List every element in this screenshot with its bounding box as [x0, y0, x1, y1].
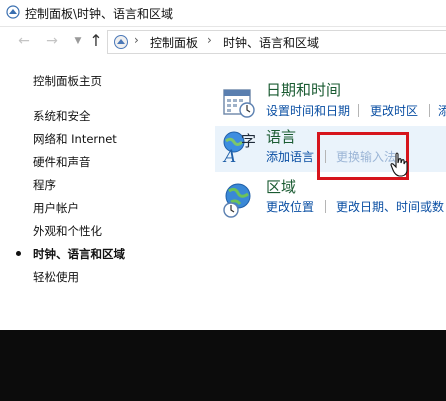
link-change-location[interactable]: 更改位置 — [266, 198, 314, 215]
calendar-clock-icon[interactable] — [221, 84, 257, 120]
category-title-date-time[interactable]: 日期和时间 — [266, 79, 341, 100]
sidebar-item-appearance[interactable]: 外观和个性化 — [33, 223, 102, 239]
link-change-timezone[interactable]: 更改时区 — [370, 102, 418, 119]
globe-clock-icon[interactable] — [221, 182, 257, 218]
arrow-up-icon[interactable]: ↑ — [86, 31, 106, 51]
window-title: 控制面板\时钟、语言和区域 — [25, 7, 174, 21]
language-icon[interactable]: 字 A — [221, 129, 257, 165]
navigation-bar: ← → ▼ ↑ › 控制面板 › 时钟、语言和区域 — [0, 27, 446, 57]
breadcrumb-separator-icon[interactable]: › — [207, 33, 212, 47]
sidebar-item-home[interactable]: 控制面板主页 — [33, 73, 102, 89]
link-separator — [325, 200, 326, 213]
category-date-time: 日期和时间 设置时间和日期 更改时区 添 — [215, 76, 446, 124]
active-bullet-icon — [16, 251, 21, 256]
arrow-left-icon[interactable]: ← — [14, 31, 34, 51]
chevron-down-icon[interactable]: ▼ — [68, 31, 88, 51]
sidebar-item-clock-language-region[interactable]: 时钟、语言和区域 — [33, 246, 125, 262]
sidebar-item-hardware-sound[interactable]: 硬件和声音 — [33, 154, 91, 170]
category-list: 日期和时间 设置时间和日期 更改时区 添 字 A 语言 添加语言 更换输入法 区… — [215, 70, 446, 330]
svg-text:A: A — [222, 147, 236, 165]
link-add-language[interactable]: 添加语言 — [266, 148, 314, 165]
breadcrumb-clock-language-region[interactable]: 时钟、语言和区域 — [223, 34, 319, 51]
link-set-time-date[interactable]: 设置时间和日期 — [266, 102, 350, 119]
sidebar-item-programs[interactable]: 程序 — [33, 177, 56, 193]
link-separator — [429, 104, 430, 117]
category-region: 区域 更改位置 更改日期、时间或数 — [215, 174, 446, 224]
sidebar-item-system-security[interactable]: 系统和安全 — [33, 108, 91, 124]
address-bar[interactable]: › 控制面板 › 时钟、语言和区域 — [107, 30, 446, 54]
breadcrumb-control-panel[interactable]: 控制面板 — [150, 34, 198, 51]
breadcrumb-separator-icon: › — [134, 33, 139, 47]
hand-cursor-icon — [390, 152, 408, 177]
arrow-right-icon[interactable]: → — [42, 31, 62, 51]
category-title-language[interactable]: 语言 — [266, 126, 296, 147]
category-title-region[interactable]: 区域 — [266, 176, 296, 197]
title-bar: 控制面板\时钟、语言和区域 — [0, 0, 446, 27]
sidebar-item-network-internet[interactable]: 网络和 Internet — [33, 131, 117, 147]
sidebar-item-user-accounts[interactable]: 用户帐户 — [33, 200, 79, 216]
control-panel-icon — [114, 35, 128, 49]
link-separator — [358, 104, 359, 117]
link-change-date-time-format[interactable]: 更改日期、时间或数 — [336, 198, 444, 215]
control-panel-window: 控制面板\时钟、语言和区域 ← → ▼ ↑ › 控制面板 › 时钟、语言和区域 … — [0, 0, 446, 330]
sidebar-item-ease-of-access[interactable]: 轻松使用 — [33, 269, 79, 285]
link-add-clock[interactable]: 添 — [438, 102, 446, 119]
black-overlay-bar — [0, 330, 446, 401]
control-panel-icon — [6, 5, 20, 19]
svg-text:字: 字 — [241, 132, 256, 150]
